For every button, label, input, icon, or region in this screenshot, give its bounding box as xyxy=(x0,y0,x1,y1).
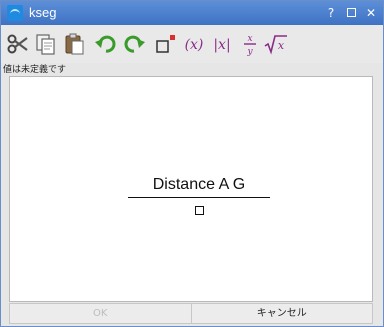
denominator-placeholder[interactable] xyxy=(194,206,204,215)
fraction-button[interactable]: x y xyxy=(237,31,263,57)
ok-button[interactable]: OK xyxy=(9,303,191,324)
cut-button[interactable] xyxy=(5,31,31,57)
svg-text:x: x xyxy=(247,34,252,44)
parentheses-button[interactable]: (x) xyxy=(181,31,207,57)
undo-button[interactable] xyxy=(93,31,119,57)
copy-button[interactable] xyxy=(33,31,59,57)
paste-icon xyxy=(65,33,84,55)
undo-icon xyxy=(95,35,116,53)
dialog-button-bar: OK キャンセル xyxy=(9,303,373,324)
square-root-button[interactable]: x xyxy=(263,31,289,57)
absolute-value-button[interactable]: |x| xyxy=(209,31,235,57)
formula-editor-canvas[interactable]: Distance A G xyxy=(9,76,373,302)
superscript-button[interactable] xyxy=(153,31,179,57)
status-message: 値は未定義です xyxy=(3,65,67,75)
svg-text:|x|: |x| xyxy=(213,37,230,53)
parentheses-icon: (x) xyxy=(185,37,204,53)
kseg-app-icon xyxy=(7,5,23,21)
redo-icon xyxy=(124,35,145,53)
maximize-button[interactable] xyxy=(343,5,359,21)
superscript-icon xyxy=(156,35,175,53)
svg-text:x: x xyxy=(278,39,285,52)
square-root-icon: x xyxy=(264,35,287,55)
fraction-expression[interactable]: Distance A G xyxy=(128,175,270,219)
fraction-bar xyxy=(128,197,270,198)
window-title: kseg xyxy=(29,5,57,20)
cancel-button[interactable]: キャンセル xyxy=(190,303,373,324)
formula-toolbar: (x) |x| x y x xyxy=(1,25,383,63)
kseg-dialog-window: kseg ? ✕ (x) |x| x y x 値は未定義です Distance … xyxy=(0,0,384,327)
redo-button[interactable] xyxy=(121,31,147,57)
cut-icon xyxy=(7,34,28,54)
copy-icon xyxy=(36,34,55,55)
help-button[interactable]: ? xyxy=(323,5,339,21)
absolute-value-icon: |x| xyxy=(213,37,230,53)
title-bar[interactable]: kseg ? ✕ xyxy=(1,1,383,25)
fraction-icon: x y xyxy=(244,34,256,57)
svg-text:y: y xyxy=(246,47,253,57)
close-button[interactable]: ✕ xyxy=(363,5,379,21)
paste-button[interactable] xyxy=(61,31,87,57)
fraction-numerator[interactable]: Distance A G xyxy=(128,175,270,195)
svg-text:(x): (x) xyxy=(185,37,204,53)
